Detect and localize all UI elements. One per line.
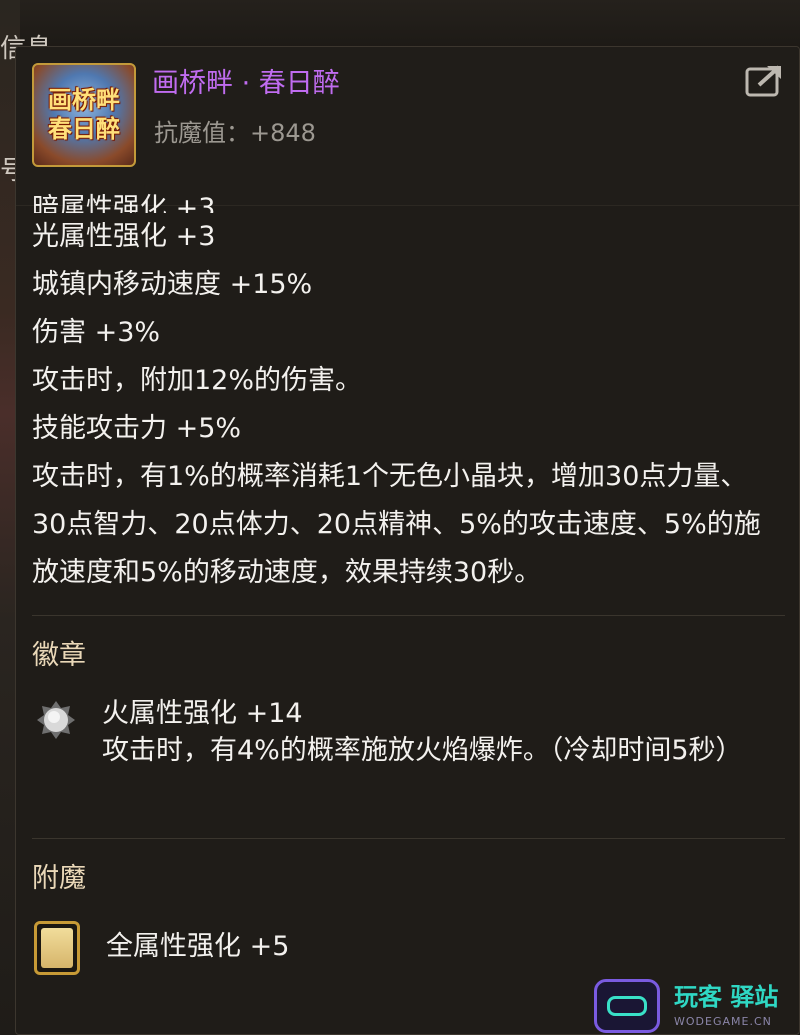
- watermark-logo-icon: [594, 979, 660, 1033]
- watermark-domain: WODEGAME.CN: [674, 1015, 772, 1028]
- watermark: 玩客 驿站 WODEGAME.CN: [594, 975, 800, 1035]
- emblem-description: 攻击时，有4%的概率施放火焰爆炸。（冷却时间5秒）: [102, 735, 743, 766]
- divider: [32, 615, 785, 616]
- enchant-row: 全属性强化 +5: [32, 917, 799, 983]
- item-title: 画桥畔 · 春日醉: [152, 68, 340, 99]
- enchant-effect: 全属性强化 +5: [106, 931, 290, 962]
- silver-emblem-icon: [37, 701, 75, 739]
- item-icon-text-top: 画桥畔: [48, 85, 120, 115]
- gold-card-icon: [34, 921, 80, 975]
- share-icon[interactable]: [745, 63, 785, 97]
- tooltip-body: 暗属性强化 +3 光属性强化 +3 城镇内移动速度 +15% 伤害 +3% 攻击…: [16, 193, 799, 983]
- watermark-logo-eyes: [607, 996, 647, 1016]
- item-icon: 画桥畔 春日醉: [32, 63, 136, 167]
- watermark-brand: 玩客 驿站: [674, 983, 779, 1011]
- stat-line-partial: 暗属性强化 +3: [32, 193, 216, 213]
- stat-line: 光属性强化 +3: [32, 221, 216, 252]
- stat-line: 城镇内移动速度 +15%: [32, 269, 313, 300]
- item-tooltip: 画桥畔 春日醉 画桥畔 · 春日醉 抗魔值：+848 暗属性强化 +3 光属性强…: [15, 46, 800, 1035]
- stat-line: 攻击时，附加12%的伤害。: [32, 365, 363, 396]
- proc-effect-text: 攻击时，有1%的概率消耗1个无色小晶块，增加30点力量、30点智力、20点体力、…: [32, 461, 761, 588]
- item-anti-magic-value: 抗魔值：+848: [154, 119, 316, 147]
- divider: [32, 838, 785, 839]
- background-top: [0, 0, 800, 48]
- item-icon-text-bottom: 春日醉: [48, 114, 120, 143]
- enchant-section-title: 附魔: [32, 863, 86, 894]
- emblem-section-title: 徽章: [32, 640, 86, 671]
- stat-line: 伤害 +3%: [32, 317, 161, 348]
- stat-line: 技能攻击力 +5%: [32, 413, 242, 444]
- gold-card-icon-inner: [41, 928, 73, 968]
- emblem-row: 火属性强化 +14 攻击时，有4%的概率施放火焰爆炸。（冷却时间5秒）: [32, 690, 799, 820]
- tooltip-header: 画桥畔 春日醉 画桥畔 · 春日醉 抗魔值：+848: [16, 47, 799, 206]
